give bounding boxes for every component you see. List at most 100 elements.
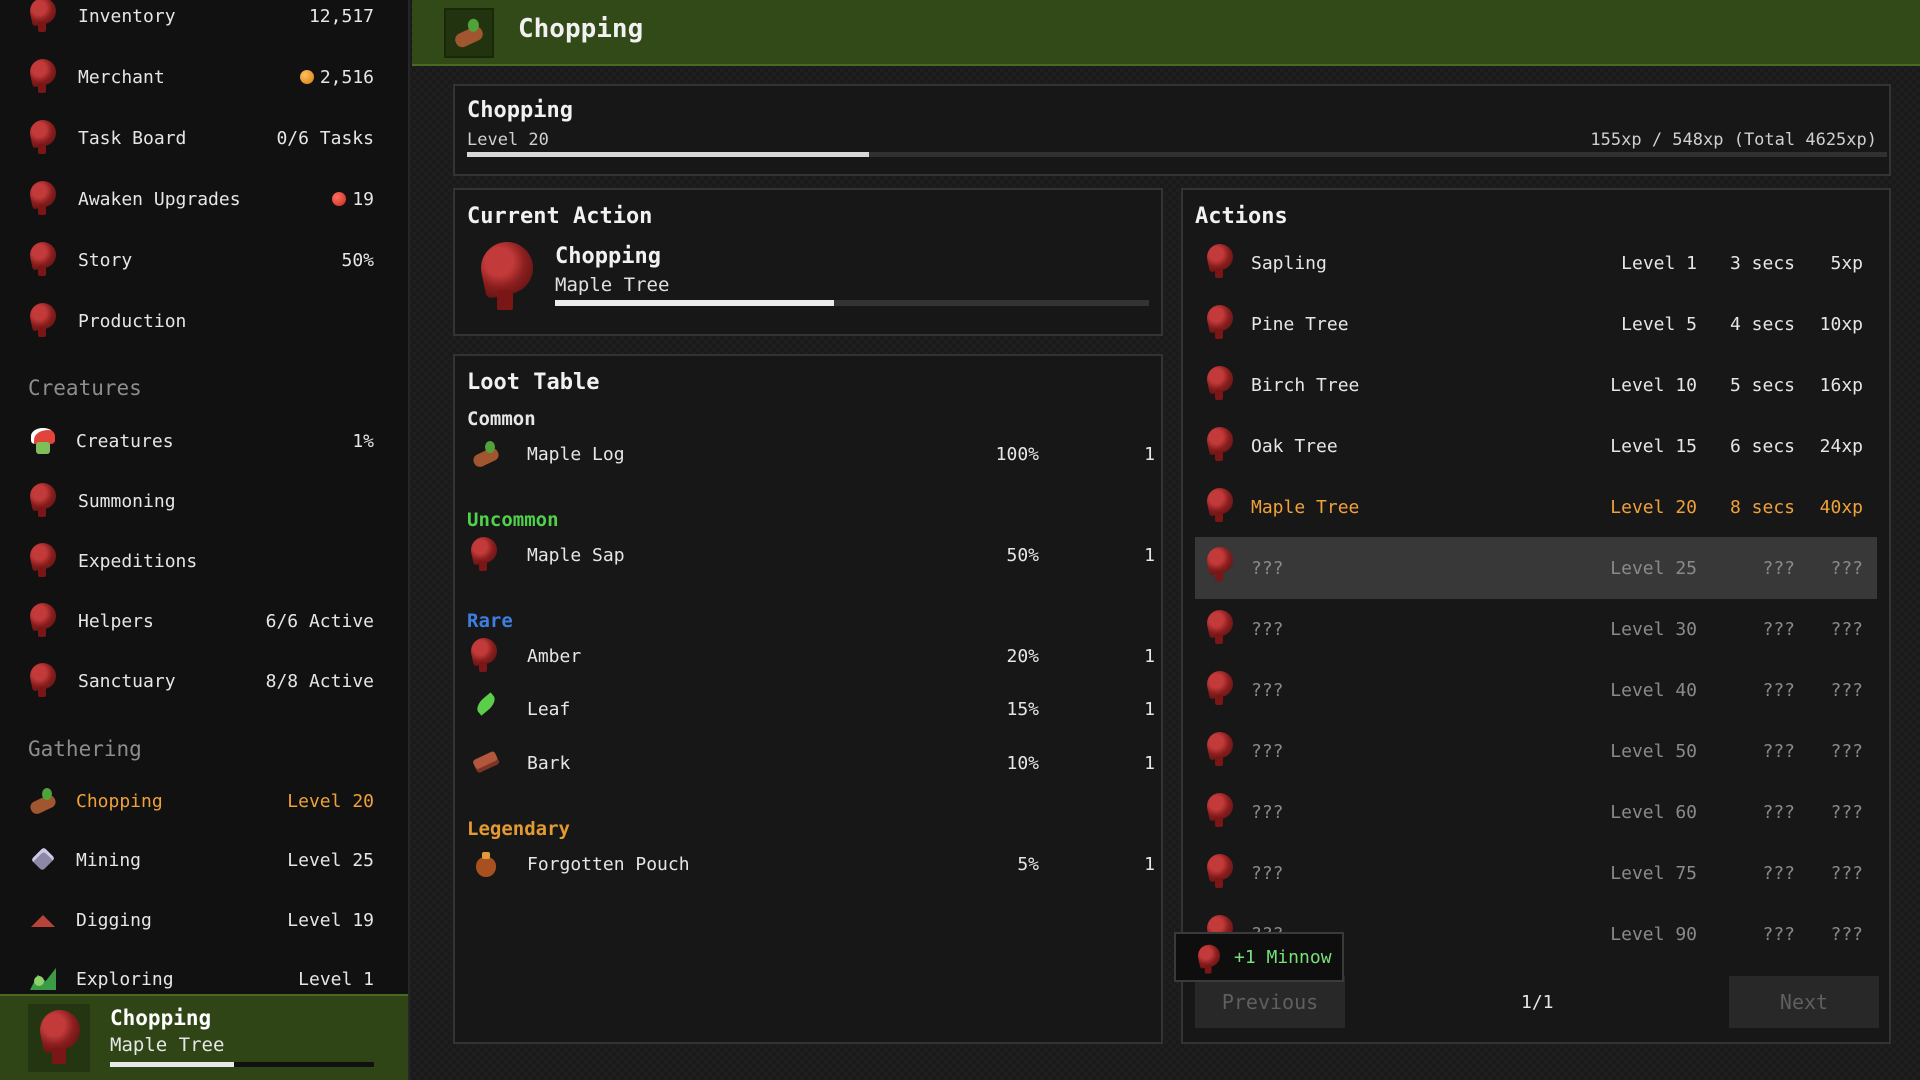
action-row-oak-tree[interactable]: Oak Tree Level 15 6 secs 24xp <box>1195 417 1877 475</box>
current-action-progress-bar <box>555 300 1149 306</box>
sidebar-item-chopping[interactable]: Chopping Level 20 <box>28 781 374 821</box>
sidebar-item-awaken-upgrades[interactable]: Awaken Upgrades 19 <box>28 179 374 219</box>
loot-item-name: Bark <box>527 752 571 774</box>
sidebar-item-task-board[interactable]: Task Board 0/6 Tasks <box>28 118 374 158</box>
unknown-icon <box>1207 244 1233 280</box>
action-row-birch-tree[interactable]: Birch Tree Level 10 5 secs 16xp <box>1195 356 1877 414</box>
action-row-locked[interactable]: ??? Level 25 ??? ??? <box>1195 537 1877 599</box>
sidebar-item-exploring[interactable]: Exploring Level 1 <box>28 959 374 999</box>
sidebar-item-expeditions[interactable]: Expeditions <box>28 541 374 581</box>
sidebar-item-digging[interactable]: Digging Level 19 <box>28 900 374 940</box>
current-action-target: Maple Tree <box>555 274 670 296</box>
next-page-button[interactable]: Next <box>1729 976 1879 1028</box>
action-row-sapling[interactable]: Sapling Level 1 3 secs 5xp <box>1195 234 1877 292</box>
loot-toast: +1 Minnow <box>1174 932 1344 982</box>
mini-progress-bar <box>110 1062 374 1067</box>
action-level: Level 1 <box>1621 252 1697 274</box>
sidebar-item-value: 19 <box>332 189 374 210</box>
sidebar-item-production[interactable]: Production <box>28 301 374 341</box>
action-row-pine-tree[interactable]: Pine Tree Level 5 4 secs 10xp <box>1195 295 1877 353</box>
unknown-icon <box>30 543 56 579</box>
action-row-locked[interactable]: ??? Level 50 ??? ??? <box>1195 722 1877 780</box>
action-level: Level 15 <box>1610 435 1697 457</box>
sidebar-item-value: 0/6 Tasks <box>276 127 374 149</box>
coin-icon <box>299 69 314 84</box>
orb-count: 19 <box>352 188 374 210</box>
pouch-icon <box>471 849 501 879</box>
loot-row: Leaf 15% 1 <box>469 689 1155 729</box>
current-action-heading: Current Action <box>467 204 653 229</box>
action-name: Oak Tree <box>1251 435 1338 457</box>
toast-text: +1 Minnow <box>1234 947 1332 968</box>
loot-item-name: Forgotten Pouch <box>527 853 690 875</box>
action-xp: ??? <box>1830 679 1863 701</box>
bark-icon <box>471 748 501 778</box>
unknown-icon <box>1207 547 1233 583</box>
actions-panel: Actions Sapling Level 1 3 secs 5xp Pine … <box>1181 188 1891 1044</box>
action-level: Level 50 <box>1610 740 1697 762</box>
sidebar-item-summoning[interactable]: Summoning <box>28 481 374 521</box>
action-level: Level 90 <box>1610 923 1697 945</box>
loot-table-panel: Loot Table Common Maple Log 100% 1 Uncom… <box>453 354 1163 1044</box>
action-name: Birch Tree <box>1251 374 1360 396</box>
action-level: Level 5 <box>1621 313 1697 335</box>
loot-row: Bark 10% 1 <box>469 743 1155 783</box>
loot-category-uncommon: Uncommon <box>467 509 559 531</box>
action-name: Maple Tree <box>1251 496 1360 518</box>
sidebar-item-inventory[interactable]: Inventory 12,517 <box>28 0 374 36</box>
sidebar-item-value: 6/6 Active <box>265 610 374 632</box>
action-row-locked[interactable]: ??? Level 40 ??? ??? <box>1195 661 1877 719</box>
action-row-maple-tree[interactable]: Maple Tree Level 20 8 secs 40xp <box>1195 478 1877 536</box>
unknown-icon <box>1207 854 1233 890</box>
current-action-mini[interactable]: Chopping Maple Tree <box>0 994 408 1080</box>
sidebar-item-value: Level 19 <box>287 909 374 931</box>
loot-item-name: Maple Sap <box>527 544 625 566</box>
action-xp: 10xp <box>1819 313 1863 335</box>
loot-item-qty: 1 <box>1144 645 1155 667</box>
action-level: Level 75 <box>1610 862 1697 884</box>
unknown-icon <box>471 638 497 674</box>
action-name: Sapling <box>1251 252 1327 274</box>
unknown-icon <box>481 242 533 312</box>
action-level: Level 60 <box>1610 801 1697 823</box>
action-name: ??? <box>1251 740 1284 762</box>
unknown-icon <box>30 120 56 156</box>
action-row-locked[interactable]: ??? Level 60 ??? ??? <box>1195 783 1877 841</box>
page-title: Chopping <box>518 14 644 44</box>
loot-item-name: Amber <box>527 645 582 667</box>
sidebar-item-helpers[interactable]: Helpers 6/6 Active <box>28 601 374 641</box>
sidebar-item-sanctuary[interactable]: Sanctuary 8/8 Active <box>28 661 374 701</box>
action-xp: ??? <box>1830 557 1863 579</box>
unknown-icon <box>1207 488 1233 524</box>
page-header: Chopping <box>412 0 1920 66</box>
loot-item-chance: 10% <box>1006 752 1039 774</box>
creature-icon <box>28 426 58 456</box>
action-time: ??? <box>1762 862 1795 884</box>
action-time: 3 secs <box>1729 252 1795 274</box>
sidebar-item-label: Story <box>78 249 133 271</box>
sidebar-item-mining[interactable]: Mining Level 25 <box>28 840 374 880</box>
unknown-icon <box>30 603 56 639</box>
action-row-locked[interactable]: ??? Level 30 ??? ??? <box>1195 600 1877 658</box>
unknown-icon <box>30 59 56 95</box>
sidebar-item-creatures[interactable]: Creatures 1% <box>28 421 374 461</box>
loot-category-common: Common <box>467 408 536 430</box>
unknown-icon <box>30 303 56 339</box>
action-time: ??? <box>1762 618 1795 640</box>
sidebar-item-label: Chopping <box>76 790 163 812</box>
mini-action-target: Maple Tree <box>110 1034 225 1056</box>
unknown-icon <box>1207 610 1233 646</box>
action-xp: ??? <box>1830 801 1863 823</box>
skill-xp-panel: Chopping Level 20 155xp / 548xp (Total 4… <box>453 84 1891 176</box>
loot-item-chance: 50% <box>1006 544 1039 566</box>
unknown-icon <box>30 663 56 699</box>
sidebar-item-story[interactable]: Story 50% <box>28 240 374 280</box>
sidebar-item-label: Helpers <box>78 610 154 632</box>
previous-page-button[interactable]: Previous <box>1195 976 1345 1028</box>
orb-icon <box>332 191 347 206</box>
skill-xp-bar <box>467 152 1887 157</box>
sidebar-item-value: Level 1 <box>298 968 374 990</box>
sidebar-item-merchant[interactable]: Merchant 2,516 <box>28 57 374 97</box>
sidebar-item-label: Exploring <box>76 968 174 990</box>
action-row-locked[interactable]: ??? Level 75 ??? ??? <box>1195 844 1877 902</box>
